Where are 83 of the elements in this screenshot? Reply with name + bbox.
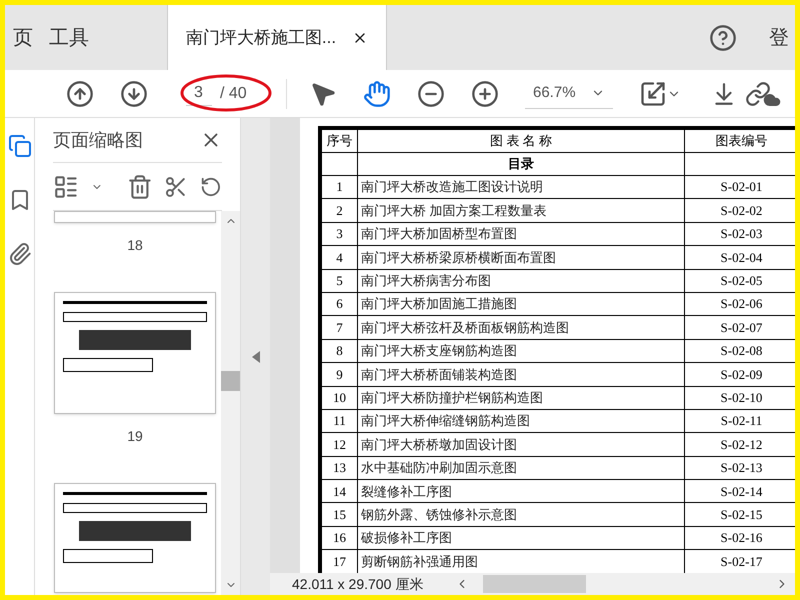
table-cell: S-02-16	[684, 526, 795, 550]
page-number: 19	[127, 427, 143, 446]
table-cell-text: 10	[332, 388, 347, 407]
rotate-icon[interactable]	[200, 176, 222, 198]
table-cell: S-02-04	[684, 246, 795, 269]
table-cell-text: 7	[335, 318, 344, 337]
trash-icon[interactable]	[126, 174, 152, 200]
hand-icon[interactable]	[363, 80, 391, 108]
page-thumbnail[interactable]	[54, 211, 216, 223]
table-cell: 南门坪大桥 加固方案工程数量表	[357, 199, 684, 222]
table-cell-text: 9	[335, 366, 344, 384]
table-cell: 南门坪大桥伸缩缝钢筋构造图	[357, 410, 684, 432]
table-cell: 南门坪大桥桥墩加固设计图	[357, 433, 684, 456]
table-cell: S-02-10	[684, 386, 795, 409]
table-cell: S-02-06	[684, 292, 795, 316]
zoom-in-icon[interactable]	[471, 80, 499, 108]
table-cell: S-02-13	[684, 456, 795, 480]
column-header: 图 表 名 称	[357, 130, 684, 152]
scrollbar-thumb[interactable]	[483, 575, 586, 593]
table-cell: 南门坪大桥弦杆及桥面板钢筋构造图	[357, 316, 684, 339]
table-cell: S-02-08	[684, 340, 795, 362]
table-cell: 南门坪大桥加固桥型布置图	[357, 222, 684, 246]
zoom-dropdown[interactable]: 66.7%	[525, 78, 613, 108]
next-page-icon[interactable]	[120, 80, 148, 108]
table-cell: S-02-15	[684, 503, 795, 526]
table-cell-text: 16	[332, 529, 347, 548]
section-heading: 目录	[357, 153, 684, 175]
table-cell-text: 8	[335, 342, 344, 360]
page-thumbnail[interactable]	[54, 292, 216, 414]
table-cell: 南门坪大桥防撞护栏钢筋构造图	[357, 386, 684, 409]
table-cell: 南门坪大桥病害分布图	[357, 270, 684, 292]
table-cell-text: 11	[332, 412, 347, 430]
page-count: / 40	[220, 84, 247, 104]
table-cell: S-02-03	[684, 222, 795, 246]
table-cell-text: 1	[335, 178, 344, 196]
pages-icon[interactable]	[8, 134, 32, 158]
previous-page-icon[interactable]	[66, 80, 94, 108]
table-cell-text: 5	[335, 272, 344, 290]
scrollbar[interactable]	[221, 211, 240, 595]
table-cell-text: 4	[335, 248, 344, 267]
table-cell: S-02-11	[684, 410, 795, 432]
page-number-field[interactable]: 3	[186, 81, 212, 106]
table-cell: 南门坪大桥加固施工措施图	[357, 292, 684, 316]
table-cell: S-02-01	[684, 176, 795, 198]
scrollbar-thumb[interactable]	[221, 371, 240, 391]
table-cell: S-02-14	[684, 480, 795, 502]
tab[interactable]: 南门坪大桥施工图...	[167, 5, 387, 70]
help-icon[interactable]	[709, 24, 737, 52]
table-cell: S-02-12	[684, 433, 795, 456]
zoom-out-icon[interactable]	[417, 80, 445, 108]
table-cell: 南门坪大桥桥面铺装构造图	[357, 363, 684, 386]
table-cell: S-02-02	[684, 199, 795, 222]
paperclip-icon[interactable]	[8, 242, 32, 266]
table-cell-text: 3	[335, 225, 344, 244]
table-cell: 南门坪大桥支座钢筋构造图	[357, 340, 684, 362]
table-cell: 钢筋外露、锈蚀修补示意图	[357, 503, 684, 526]
table-cell-text: 15	[332, 506, 347, 524]
table-cell: S-02-07	[684, 316, 795, 339]
panel-title: 页面缩略图	[53, 128, 143, 152]
page-thumbnail[interactable]	[54, 483, 216, 593]
page-size: 42.011 x 29.700 厘米	[291, 574, 424, 594]
options-icon[interactable]	[53, 174, 79, 200]
tab[interactable]: 页	[5, 5, 41, 70]
table-cell-text: 2	[335, 202, 344, 220]
collapse-icon[interactable]	[252, 350, 260, 362]
tab[interactable]: 工具	[41, 5, 97, 70]
sign-in-link[interactable]: 登	[769, 22, 795, 52]
link-icon[interactable]	[745, 80, 771, 106]
table-cell: 南门坪大桥改造施工图设计说明	[357, 176, 684, 198]
table-cell: 水中基础防冲刷加固示意图	[357, 456, 684, 480]
column-header: 序号	[326, 132, 354, 150]
table-cell-text: 12	[332, 436, 347, 454]
table-cell-text: 6	[335, 295, 344, 314]
table-cell-text: 17	[332, 552, 347, 571]
column-header: 图表编号	[684, 130, 795, 152]
table-cell: 南门坪大桥桥梁原桥横断面布置图	[357, 246, 684, 269]
table-cell: 破损修补工序图	[357, 526, 684, 550]
table-cell: S-02-05	[684, 270, 795, 292]
table-cell-text: 14	[332, 482, 347, 501]
table-cell: 裂缝修补工序图	[357, 480, 684, 502]
table-cell-text: 13	[332, 459, 347, 478]
table-cell: S-02-09	[684, 363, 795, 386]
page-number: 18	[127, 236, 143, 255]
